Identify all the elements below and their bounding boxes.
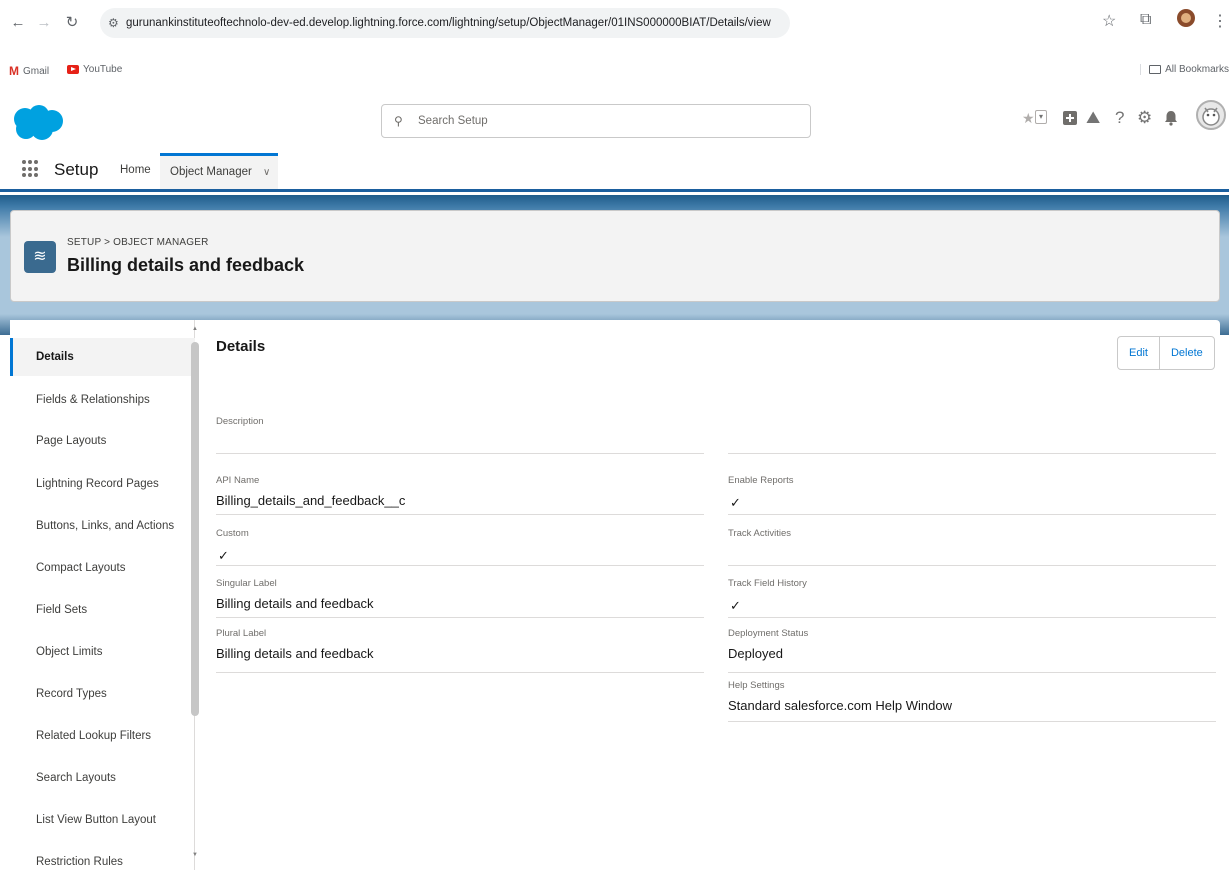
api-name-field: API Name Billing_details_and_feedback__c [216,475,704,515]
url-text: gurunankinstituteoftechnolo-dev-ed.devel… [126,17,771,29]
favorites-dropdown-icon[interactable]: ▾ [1035,110,1047,124]
browser-toolbar: ← → ↻ ⚙ gurunankinstituteoftechnolo-dev-… [0,0,1229,52]
custom-field: Custom ✓ [216,528,704,566]
folder-icon [1149,65,1162,74]
field-value: Billing_details_and_feedback__c [216,493,406,508]
description-field: Description [216,416,704,454]
app-name: Setup [54,160,99,179]
field-value: Deployed [728,646,783,661]
setup-gear-icon[interactable]: ⚙ [1137,106,1152,130]
search-icon: ⚲ [394,114,403,128]
sidebar-item-related-lookup-filters[interactable]: Related Lookup Filters [10,717,195,755]
field-label: Singular Label [216,578,277,589]
extensions-icon[interactable]: ⧉ [1140,11,1151,29]
checkmark-icon: ✓ [218,548,229,563]
sidebar-item-buttons-links-actions[interactable]: Buttons, Links, and Actions [10,507,195,545]
field-label: Description [216,416,264,427]
field-label: API Name [216,475,260,486]
field-value: Billing details and feedback [216,646,374,661]
description-right-spacer [728,416,1216,454]
trailhead-icon[interactable]: ⛰ [1086,106,1100,130]
profile-avatar-icon[interactable] [1176,8,1196,33]
salesforce-logo[interactable] [8,104,66,142]
enable-reports-field: Enable Reports ✓ [728,475,1216,515]
field-value: Standard salesforce.com Help Window [728,698,952,713]
page-header: ≋ SETUP > OBJECT MANAGER Billing details… [10,210,1220,302]
bookmark-youtube[interactable]: YouTube [67,64,122,75]
bookmark-label: Gmail [23,65,50,77]
site-info-icon[interactable]: ⚙ [108,8,119,38]
action-button-group: Edit Delete [1117,336,1215,370]
field-label: Custom [216,528,249,539]
sidebar-item-fields-relationships[interactable]: Fields & Relationships [10,381,195,419]
tab-object-manager[interactable]: Object Manager ∨ [160,153,278,189]
all-bookmarks-label: All Bookmarks [1165,64,1229,75]
sidebar-item-compact-layouts[interactable]: Compact Layouts [10,549,195,587]
sidebar-item-list-view-button-layout[interactable]: List View Button Layout [10,801,195,839]
object-layers-icon: ≋ [24,241,56,273]
field-value: Billing details and feedback [216,596,374,611]
singular-label-field: Singular Label Billing details and feedb… [216,578,704,618]
plural-label-field: Plural Label Billing details and feedbac… [216,628,704,673]
scroll-up-icon[interactable]: ▲ [190,326,200,332]
tab-label: Object Manager [170,166,252,178]
details-panel: Details Edit Delete Description API Name… [200,320,1220,870]
field-label: Help Settings [728,680,785,691]
search-placeholder: Search Setup [418,115,488,127]
delete-button[interactable]: Delete [1158,337,1214,369]
bookmark-label: YouTube [83,64,123,75]
sidebar-item-page-layouts[interactable]: Page Layouts [10,422,195,460]
sidebar-item-record-types[interactable]: Record Types [10,675,195,713]
field-label: Track Field History [728,578,807,589]
help-icon[interactable]: ? [1115,106,1124,130]
sidebar-item-restriction-rules[interactable]: Restriction Rules [10,843,195,870]
browser-menu-icon[interactable]: ⋮ [1212,11,1228,31]
field-label: Plural Label [216,628,267,639]
sidebar-item-lightning-record-pages[interactable]: Lightning Record Pages [10,465,195,503]
sidebar-scrollbar[interactable]: ▲ ▼ [190,326,200,862]
chevron-down-icon[interactable]: ∨ [263,167,270,178]
notifications-bell-icon[interactable] [1164,106,1178,133]
sidebar-item-search-layouts[interactable]: Search Layouts [10,759,195,797]
checkmark-icon: ✓ [730,598,741,613]
bookmarks-bar: M Gmail YouTube All Bookmarks [0,60,1229,84]
forward-icon[interactable]: → [34,13,54,33]
checkmark-icon: ✓ [730,495,741,510]
user-avatar[interactable] [1196,100,1226,130]
deployment-status-field: Deployment Status Deployed [728,628,1216,673]
back-icon[interactable]: ← [8,13,28,33]
scroll-down-icon[interactable]: ▼ [190,852,200,858]
help-settings-field: Help Settings Standard salesforce.com He… [728,680,1216,722]
scroll-thumb[interactable] [191,342,199,716]
tab-home[interactable]: Home [120,164,151,176]
section-title: Details [216,338,266,355]
gmail-icon: M [9,64,19,78]
bookmark-star-icon[interactable]: ☆ [1102,11,1116,31]
address-bar[interactable]: ⚙ gurunankinstituteoftechnolo-dev-ed.dev… [100,8,790,38]
youtube-icon [67,65,79,74]
all-bookmarks-button[interactable]: All Bookmarks [1140,64,1229,75]
sidebar-item-object-limits[interactable]: Object Limits [10,633,195,671]
app-launcher-icon[interactable] [22,160,40,178]
app-navigation-bar: Setup Home Object Manager ∨ [0,150,1229,192]
track-field-history-field: Track Field History ✓ [728,578,1216,618]
page-title: Billing details and feedback [67,255,305,275]
sidebar-item-details[interactable]: Details [10,338,195,376]
track-activities-field: Track Activities [728,528,1216,566]
favorites-star-icon[interactable]: ★ [1022,106,1035,130]
global-header: ⚲ Search Setup ★ ▾ ⛰ ? ⚙ [0,92,1229,150]
global-actions-icon[interactable] [1062,106,1078,133]
field-label: Track Activities [728,528,791,539]
reload-icon[interactable]: ↻ [62,13,82,33]
field-label: Enable Reports [728,475,794,486]
sidebar-item-field-sets[interactable]: Field Sets [10,591,195,629]
bookmark-gmail[interactable]: M Gmail [9,64,49,78]
edit-button[interactable]: Edit [1118,337,1159,369]
object-sidebar: Details Fields & Relationships Page Layo… [10,320,195,870]
search-setup-input[interactable]: ⚲ Search Setup [381,104,811,138]
field-label: Deployment Status [728,628,809,639]
breadcrumb[interactable]: SETUP > OBJECT MANAGER [67,237,209,248]
